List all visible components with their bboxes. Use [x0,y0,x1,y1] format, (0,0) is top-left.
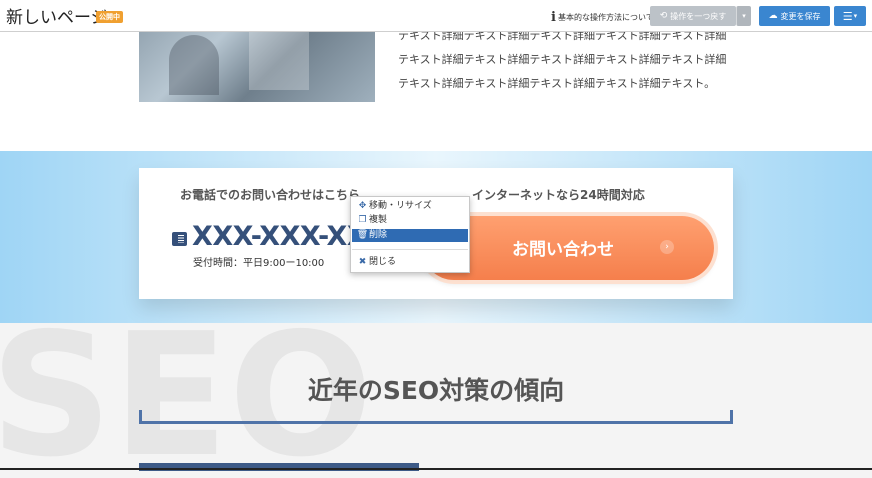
info-icon: i [551,10,556,25]
page-title[interactable]: 新しいページ [6,3,108,28]
context-menu: ✥ 移動・リサイズ ❐ 複製 🗑削除 ✖ 閉じる [350,196,470,273]
hamburger-icon: ☰ [842,9,853,23]
seo-heading[interactable]: 近年のSEO対策の傾向 [0,371,872,407]
cloud-icon: ☁ [768,11,778,21]
heading-underline-bracket [139,410,733,424]
save-button-label: 変更を保存 [780,11,821,21]
context-menu-item-label: 移動・リサイズ [369,201,432,211]
seo-section: SEO 近年のSEO対策の傾向 [0,323,872,478]
context-menu-item-close[interactable]: ✖ 閉じる [352,256,468,269]
status-badge: 公開中 [96,11,123,23]
context-menu-item-label: 削除 [369,230,388,240]
phone-number[interactable]: XXX-XXX-XXXX [192,221,352,252]
context-menu-divider [352,249,468,250]
close-icon: ✖ [358,257,367,267]
copy-icon: ❐ [358,215,367,225]
detail-text: テキスト詳細テキスト詳細テキスト詳細テキスト詳細テキスト詳細テキスト詳細テキスト… [398,29,727,90]
undo-icon: ⟲ [659,11,668,21]
help-link-label: 基本的な操作方法について [557,13,654,22]
undo-button-label: 操作を一つ戻す [670,11,727,21]
bottom-border [0,468,872,470]
chevron-right-icon: › [660,240,674,254]
caret-down-icon: ▾ [742,12,746,20]
move-icon: ✥ [358,201,367,211]
save-button[interactable]: ☁ 変更を保存 [759,6,830,26]
undo-dropdown-button[interactable]: ▾ [736,6,751,26]
caret-down-icon: ▾ [853,12,858,20]
undo-button[interactable]: ⟲ 操作を一つ戻す [650,6,736,26]
context-menu-item-move[interactable]: ✥ 移動・リサイズ [352,200,468,213]
contact-button-label: お問い合わせ [512,240,614,260]
context-menu-item-label: 複製 [369,215,388,225]
phone-heading: お電話でのお問い合わせはこちら [180,188,361,202]
context-menu-item-delete[interactable]: 🗑削除 [352,229,468,242]
editor-toolbar: 新しいページ 公開中 i 基本的な操作方法について ⟲ 操作を一つ戻す ▾ ☁ 変… [0,0,872,32]
trash-icon: 🗑 [356,230,369,240]
context-menu-item-duplicate[interactable]: ❐ 複製 [352,214,468,227]
help-link[interactable]: i 基本的な操作方法について [551,9,654,25]
context-menu-item-label: 閉じる [369,257,397,267]
internet-heading: インターネットなら24時間対応 [472,188,645,202]
menu-button[interactable]: ☰ ▾ [834,6,866,26]
photo-detail [169,35,219,95]
business-hours: 受付時間：平日9:00ー10:00 [193,258,325,269]
phone-icon [172,232,187,246]
